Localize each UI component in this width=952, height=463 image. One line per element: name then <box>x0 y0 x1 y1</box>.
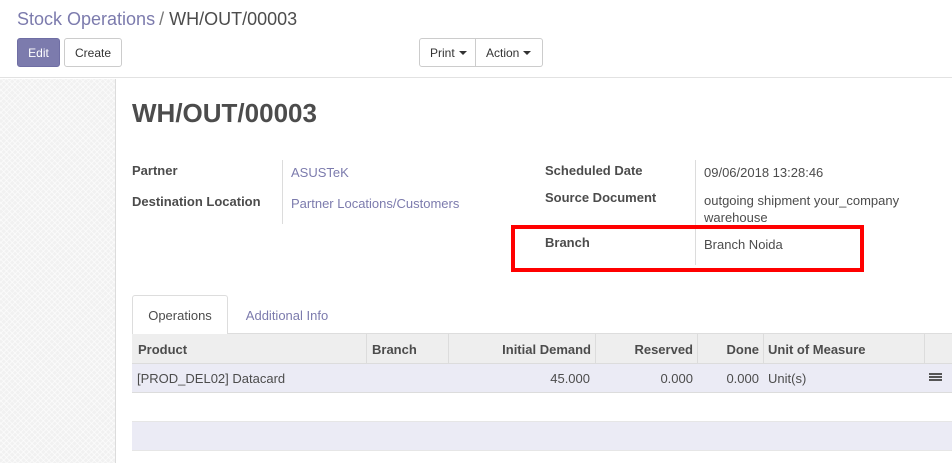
cell-done: 0.000 <box>726 371 759 386</box>
create-button[interactable]: Create <box>64 38 122 67</box>
action-dropdown-button[interactable]: Action <box>476 38 543 67</box>
column-header-unit-of-measure[interactable]: Unit of Measure <box>768 334 866 364</box>
source-document-value-line2: warehouse <box>704 210 768 225</box>
branch-highlight-box <box>511 225 864 272</box>
source-document-label: Source Document <box>545 190 657 205</box>
caret-down-icon <box>523 50 532 55</box>
cell-product: [PROD_DEL02] Datacard <box>137 371 286 386</box>
cell-unit-of-measure: Unit(s) <box>768 371 807 386</box>
column-header-done[interactable]: Done <box>697 334 760 364</box>
print-label: Print <box>430 45 455 60</box>
notebook-tabs: Operations Additional Info <box>132 295 952 335</box>
destination-location-link[interactable]: Partner Locations/Customers <box>291 196 459 211</box>
column-separator <box>924 334 925 364</box>
sidebar-actions: Print Action <box>419 38 543 67</box>
caret-down-icon <box>458 50 467 55</box>
column-header-reserved[interactable]: Reserved <box>595 334 693 364</box>
breadcrumb: Stock Operations / WH/OUT/00003 <box>17 9 297 30</box>
source-document-value-line1: outgoing shipment your_company <box>704 193 900 208</box>
cell-initial-demand: 45.000 <box>550 371 590 386</box>
destination-location-label: Destination Location <box>132 194 261 209</box>
partner-link[interactable]: ASUSTeK <box>291 165 349 180</box>
action-label: Action <box>486 45 520 60</box>
column-header-product[interactable]: Product <box>138 334 187 364</box>
table-empty-row <box>132 422 952 451</box>
control-panel: Stock Operations / WH/OUT/00003 Edit Creat… <box>0 0 952 78</box>
column-header-branch[interactable]: Branch <box>372 334 417 364</box>
column-header-initial-demand[interactable]: Initial Demand <box>448 334 591 364</box>
field-separator <box>282 160 283 224</box>
column-separator <box>366 334 367 364</box>
breadcrumb-current: WH/OUT/00003 <box>169 9 298 29</box>
column-separator <box>763 334 764 364</box>
record-title: WH/OUT/00003 <box>132 98 317 128</box>
table-empty-row <box>132 393 952 422</box>
table-row[interactable]: [PROD_DEL02] Datacard 45.000 0.000 0.000… <box>132 364 952 393</box>
partner-label: Partner <box>132 163 178 178</box>
table-header: Product Branch Initial Demand Reserved D… <box>132 334 952 364</box>
print-dropdown-button[interactable]: Print <box>419 38 476 67</box>
tab-operations[interactable]: Operations <box>132 295 228 335</box>
edit-button[interactable]: Edit <box>17 38 60 67</box>
tab-additional-info[interactable]: Additional Info <box>236 295 338 335</box>
scheduled-date-label: Scheduled Date <box>545 163 643 178</box>
cell-reserved: 0.000 <box>660 371 693 386</box>
list-icon[interactable] <box>929 373 942 384</box>
breadcrumb-link-stock-operations[interactable]: Stock Operations <box>17 9 155 29</box>
breadcrumb-separator: / <box>159 9 165 29</box>
form-background-left <box>0 79 116 463</box>
scheduled-date-value: 09/06/2018 13:28:46 <box>704 165 824 180</box>
